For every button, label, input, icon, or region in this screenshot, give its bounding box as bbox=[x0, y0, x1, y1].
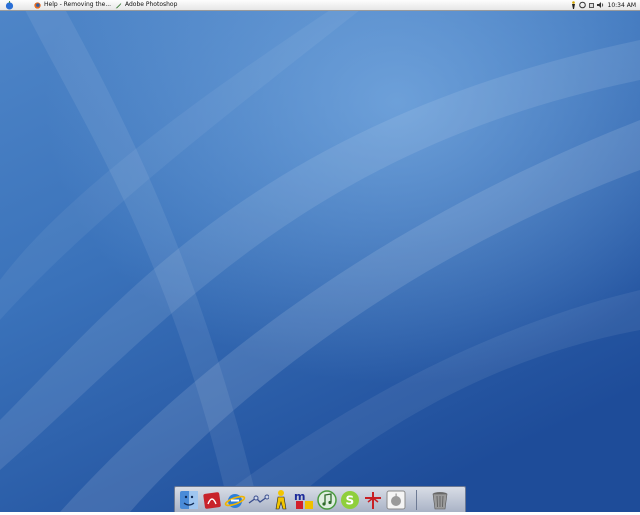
volume-icon[interactable] bbox=[597, 1, 604, 9]
msn-messenger-icon: m bbox=[294, 490, 313, 509]
dock-item-skype[interactable]: S bbox=[339, 489, 361, 511]
dock-item-messenger[interactable]: m bbox=[293, 489, 315, 511]
network-icon bbox=[248, 494, 270, 504]
task-label: Adobe Photoshop bbox=[125, 1, 178, 8]
system-tray bbox=[570, 1, 604, 9]
trash-icon bbox=[432, 491, 448, 509]
dock-item-finder[interactable] bbox=[178, 489, 200, 511]
wifi-icon[interactable] bbox=[588, 1, 595, 9]
apple-icon bbox=[5, 0, 13, 10]
dock-separator bbox=[416, 489, 417, 510]
dock-item-itunes[interactable] bbox=[316, 489, 338, 511]
apple-menu-button[interactable] bbox=[0, 0, 18, 11]
top-taskbar: Help - Removing the... Adobe Photoshop 1… bbox=[0, 0, 640, 11]
firefox-icon bbox=[34, 1, 41, 9]
finder-icon bbox=[180, 490, 198, 509]
dock-item-network[interactable] bbox=[247, 489, 270, 511]
apple-logo-icon bbox=[386, 490, 406, 509]
svg-text:S: S bbox=[346, 493, 355, 507]
dock-item-antenna[interactable] bbox=[362, 489, 384, 511]
sync-icon[interactable] bbox=[579, 1, 586, 9]
acrobat-icon bbox=[203, 491, 221, 509]
clock[interactable]: 10:34 AM bbox=[608, 0, 636, 11]
dock-item-aim[interactable] bbox=[270, 489, 292, 511]
itunes-icon bbox=[317, 489, 337, 510]
aim-running-man-icon bbox=[275, 489, 287, 509]
dock-item-apple[interactable] bbox=[385, 489, 407, 511]
dock-item-internet-explorer[interactable] bbox=[224, 489, 246, 511]
antenna-icon bbox=[365, 491, 381, 509]
internet-explorer-icon bbox=[224, 493, 246, 508]
task-button-photoshop[interactable]: Adobe Photoshop bbox=[112, 0, 180, 11]
dock-item-acrobat[interactable] bbox=[201, 489, 223, 511]
photoshop-feather-icon bbox=[115, 2, 122, 9]
task-button-help[interactable]: Help - Removing the... bbox=[31, 0, 114, 11]
dock-item-trash[interactable] bbox=[429, 489, 451, 511]
task-label: Help - Removing the... bbox=[44, 1, 112, 8]
skype-icon: S bbox=[341, 490, 359, 509]
dock: m S bbox=[174, 486, 466, 512]
aim-icon[interactable] bbox=[570, 1, 577, 9]
desktop-wallpaper bbox=[0, 0, 640, 512]
